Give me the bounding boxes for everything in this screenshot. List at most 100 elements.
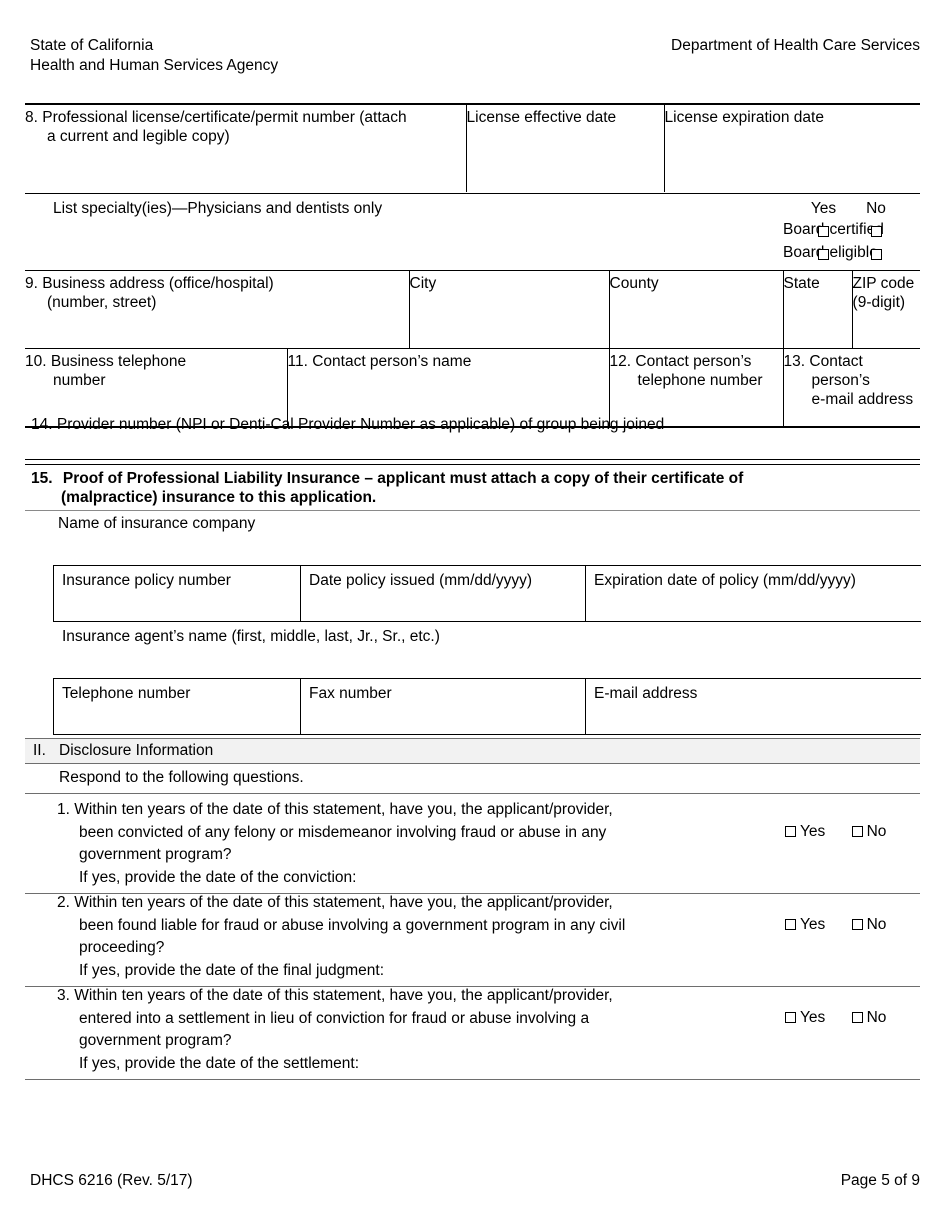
agent-contact-row: Telephone number Fax number E-mail addre… <box>53 678 921 735</box>
question-3-no-label: No <box>866 1009 887 1026</box>
question-3-ifyes[interactable]: If yes, provide the date of the settleme… <box>57 1053 785 1076</box>
state-label: State <box>783 275 820 292</box>
item13-label-line2: e-mail address <box>811 391 914 408</box>
item8-license-number-cell[interactable]: 8. Professional license/certificate/perm… <box>25 103 467 192</box>
insurance-agent-name-label: Insurance agent’s name (first, middle, l… <box>62 628 440 645</box>
policy-expiration-date-cell[interactable]: Expiration date of policy (mm/dd/yyyy) <box>585 565 921 622</box>
insurance-agent-name-field[interactable]: Insurance agent’s name (first, middle, l… <box>62 628 440 646</box>
zip-cell[interactable]: ZIP code (9-digit) <box>851 270 921 349</box>
board-certified-no-checkbox[interactable] <box>870 226 882 237</box>
question-1-options: Yes No <box>785 794 920 844</box>
insurance-agent-contact-table: Telephone number Fax number E-mail addre… <box>53 678 921 735</box>
disclosure-question-2: 2. Within ten years of the date of this … <box>25 887 920 987</box>
question-3-options: Yes No <box>785 980 920 1030</box>
question-3-line1: 3. Within ten years of the date of this … <box>57 987 613 1004</box>
question-1-line2: been convicted of any felony or misdemea… <box>79 823 607 841</box>
question-2-no-option[interactable]: No <box>851 914 887 937</box>
item8-label-line2: a current and legible copy) <box>47 128 230 145</box>
question-2-yes-option[interactable]: Yes <box>785 914 825 937</box>
specialty-cell[interactable]: List specialty(ies)—Physicians and denti… <box>25 194 783 219</box>
item15-number: 15. <box>31 470 53 487</box>
insurance-company-name-field[interactable]: Name of insurance company <box>58 515 255 533</box>
specialty-label: List specialty(ies)—Physicians and denti… <box>53 200 383 217</box>
question-2-line3: proceeding? <box>79 939 165 956</box>
question-2-line1: 2. Within ten years of the date of this … <box>57 894 613 911</box>
board-yes-label: Yes <box>810 200 837 217</box>
license-expiration-date-label: License expiration date <box>664 109 824 126</box>
board-eligible-label-cell: Board-eligible <box>783 241 878 271</box>
county-label: County <box>609 275 659 292</box>
question-3-line2: entered into a settlement in lieu of con… <box>79 1009 590 1027</box>
question-1-no-option[interactable]: No <box>851 821 886 844</box>
question-3-yes-checkbox[interactable] <box>785 1012 796 1023</box>
agency-name-line: Health and Human Services Agency <box>30 57 279 74</box>
board-yes-header: Yes <box>795 194 852 219</box>
policy-issued-date-cell[interactable]: Date policy issued (mm/dd/yyyy) <box>300 565 586 622</box>
item12-label-line2: telephone number <box>637 372 763 389</box>
item10-label-line1: 10. Business telephone <box>25 353 187 370</box>
city-cell[interactable]: City <box>408 270 610 349</box>
agent-telephone-cell[interactable]: Telephone number <box>53 678 301 735</box>
form-page: State of California Health and Human Ser… <box>0 0 950 1230</box>
disclosure-question-1: 1. Within ten years of the date of this … <box>25 794 920 894</box>
form-number: DHCS 6216 (Rev. 5/17) <box>30 1172 193 1189</box>
agent-fax-cell[interactable]: Fax number <box>300 678 586 735</box>
question-1-no-checkbox[interactable] <box>851 826 863 837</box>
policy-number-cell[interactable]: Insurance policy number <box>53 565 301 622</box>
item10-label-line2: number <box>53 372 106 389</box>
question-2-no-checkbox[interactable] <box>851 919 863 930</box>
agent-telephone-label: Telephone number <box>62 685 191 702</box>
agent-email-cell[interactable]: E-mail address <box>585 678 921 735</box>
question-2-yes-checkbox[interactable] <box>785 919 796 930</box>
board-eligible-yes-checkbox[interactable] <box>818 249 830 260</box>
page-header: State of California Health and Human Ser… <box>30 36 920 76</box>
item14-provider-number-row[interactable]: 14. Provider number (NPI or Denti-Cal Pr… <box>25 412 920 460</box>
agent-fax-label: Fax number <box>309 685 392 702</box>
item9-row: 9. Business address (office/hospital) (n… <box>25 270 921 349</box>
question-1-line1: 1. Within ten years of the date of this … <box>57 801 613 818</box>
license-and-address-table: 8. Professional license/certificate/perm… <box>25 103 921 428</box>
policy-issued-date-label: Date policy issued (mm/dd/yyyy) <box>309 572 533 589</box>
board-eligible-label: Board-eligible <box>783 244 878 261</box>
item13-label-line1: 13. Contact person’s <box>783 353 870 389</box>
disclosure-instruction-text: Respond to the following questions. <box>59 769 304 786</box>
question-3-no-option[interactable]: No <box>851 1007 887 1030</box>
state-cell[interactable]: State <box>782 270 853 349</box>
board-eligible-row: Board-eligible <box>25 241 920 271</box>
policy-expiration-date-label: Expiration date of policy (mm/dd/yyyy) <box>594 572 856 589</box>
question-1-line3: government program? <box>79 846 232 863</box>
board-certified-yes-checkbox[interactable] <box>818 226 830 237</box>
item11-label: 11. Contact person’s name <box>287 353 472 370</box>
board-certified-label-cell: Board-certified <box>783 218 884 241</box>
question-1-text: 1. Within ten years of the date of this … <box>25 794 785 893</box>
section-disclosure-header: II. Disclosure Information <box>25 738 920 764</box>
business-address-cell[interactable]: 9. Business address (office/hospital) (n… <box>25 270 409 349</box>
agent-email-label: E-mail address <box>594 685 698 702</box>
question-3-no-checkbox[interactable] <box>851 1012 863 1023</box>
agency-state-line: State of California <box>30 37 154 54</box>
item8-row: 8. Professional license/certificate/perm… <box>25 103 921 192</box>
board-eligible-no-checkbox[interactable] <box>870 249 882 260</box>
county-cell[interactable]: County <box>608 270 784 349</box>
question-2-no-label: No <box>866 916 887 933</box>
page-footer: DHCS 6216 (Rev. 5/17) Page 5 of 9 <box>30 1172 920 1190</box>
item15-line1: Proof of Professional Liability Insuranc… <box>62 470 744 487</box>
question-2-line2: been found liable for fraud or abuse inv… <box>79 916 626 934</box>
license-effective-date-cell[interactable]: License effective date <box>465 103 665 192</box>
question-1-yes-option[interactable]: Yes <box>785 821 825 844</box>
board-no-label: No <box>866 200 886 217</box>
insurance-company-label: Name of insurance company <box>58 515 256 532</box>
section-title: Disclosure Information <box>59 742 214 759</box>
item15-line2: (malpractice) insurance to this applicat… <box>61 489 377 506</box>
zip-label: ZIP code (9-digit) <box>852 275 915 311</box>
question-1-yes-checkbox[interactable] <box>785 826 796 837</box>
question-3-line3: government program? <box>79 1032 232 1049</box>
item9-label-line2: (number, street) <box>47 294 157 311</box>
question-1-ifyes[interactable]: If yes, provide the date of the convicti… <box>57 867 785 890</box>
question-2-ifyes[interactable]: If yes, provide the date of the final ju… <box>57 960 785 983</box>
item12-label-line1: 12. Contact person’s <box>609 353 752 370</box>
question-3-yes-option[interactable]: Yes <box>785 1007 825 1030</box>
city-label: City <box>409 275 437 292</box>
specialty-content-row: List specialty(ies)—Physicians and denti… <box>25 194 920 219</box>
license-expiration-date-cell[interactable]: License expiration date <box>663 103 921 192</box>
